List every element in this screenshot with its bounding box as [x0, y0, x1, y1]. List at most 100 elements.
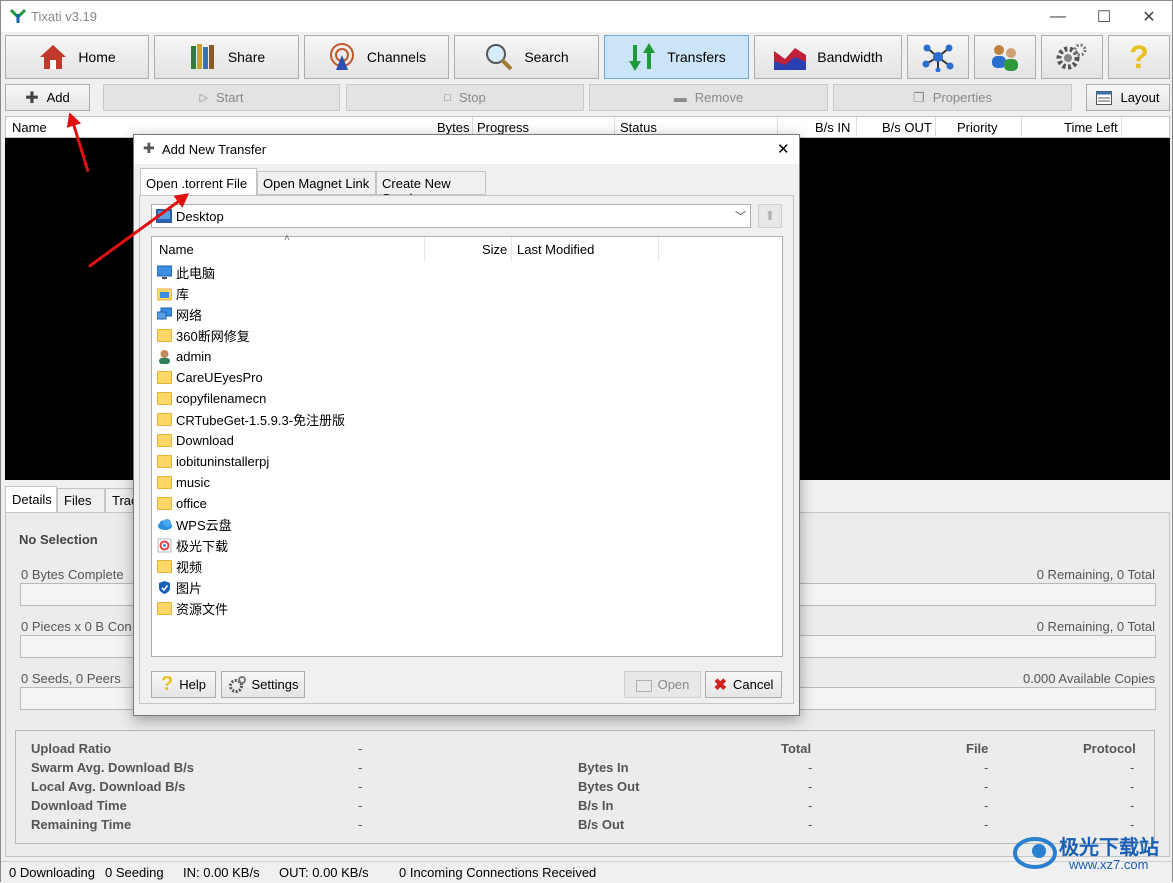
- pieces-label: 0 Pieces x 0 B Con: [21, 619, 132, 634]
- folder-icon: [157, 497, 172, 510]
- tab-files[interactable]: Files: [57, 488, 105, 513]
- up-folder-button[interactable]: ⬆: [758, 204, 782, 228]
- cancel-button[interactable]: ✖ Cancel: [705, 671, 782, 698]
- col-bs-in[interactable]: B/s IN: [815, 120, 850, 135]
- add-transfer-dialog: ✚ Add New Transfer ✕ Open .torrent File …: [133, 134, 800, 716]
- start-button[interactable]: ▷ Start: [103, 84, 340, 111]
- folder-icon: [157, 602, 172, 615]
- remove-button[interactable]: ▬ Remove: [589, 84, 828, 111]
- list-item[interactable]: 资源文件: [157, 598, 228, 619]
- file-col-modified[interactable]: Last Modified: [517, 237, 594, 262]
- maximize-button[interactable]: ☐: [1081, 1, 1127, 32]
- transfer-stats: Upload Ratio Swarm Avg. Download B/s Loc…: [15, 730, 1155, 844]
- file-list[interactable]: Name ˄ Size Last Modified 此电脑 库 网络 360断网…: [151, 233, 783, 657]
- list-item[interactable]: 视频: [157, 556, 202, 577]
- col-status[interactable]: Status: [620, 120, 657, 135]
- list-item[interactable]: iobituninstallerpj: [157, 451, 269, 472]
- nav-channels-button[interactable]: Channels: [304, 35, 449, 79]
- nav-bandwidth-button[interactable]: Bandwidth: [754, 35, 902, 79]
- col-bs-out[interactable]: B/s OUT: [882, 120, 932, 135]
- close-button[interactable]: ✕: [1126, 1, 1172, 32]
- list-item[interactable]: 库: [157, 283, 189, 304]
- list-item[interactable]: admin: [157, 346, 211, 367]
- out-rate: OUT: 0.00 KB/s: [279, 865, 369, 880]
- incoming-connections: 0 Incoming Connections Received: [399, 865, 597, 880]
- folder-icon: [157, 455, 172, 468]
- available-copies-label: 0.000 Available Copies: [1022, 671, 1155, 686]
- network-nodes-icon: [922, 44, 954, 72]
- list-item[interactable]: music: [157, 472, 210, 493]
- location-dropdown[interactable]: Desktop ﹀: [151, 204, 751, 228]
- minimize-button[interactable]: —: [1035, 1, 1081, 32]
- nav-users-button[interactable]: [974, 35, 1036, 79]
- tab-open-magnet[interactable]: Open Magnet Link: [257, 171, 376, 195]
- nav-help-button[interactable]: ?: [1108, 35, 1170, 79]
- list-item[interactable]: 此电脑: [157, 262, 215, 283]
- nav-peers-button[interactable]: [907, 35, 969, 79]
- chevron-down-icon: ﹀: [735, 211, 746, 223]
- plus-icon: ✚: [25, 89, 39, 107]
- computer-icon: [157, 265, 172, 279]
- properties-button[interactable]: ❐ Properties: [833, 84, 1072, 111]
- folder-icon: [157, 392, 172, 405]
- list-item[interactable]: copyfilenamecn: [157, 388, 266, 409]
- broadcast-icon: [329, 43, 354, 70]
- help-button[interactable]: ? Help: [151, 671, 216, 698]
- users-icon: [992, 45, 1018, 71]
- nav-search-button[interactable]: Search: [454, 35, 599, 79]
- minus-icon: ▬: [673, 90, 687, 105]
- search-icon: [486, 44, 513, 71]
- bandwidth-graph-icon: [774, 48, 807, 70]
- list-item[interactable]: CRTubeGet-1.5.9.3-免注册版: [157, 409, 345, 430]
- layout-icon: [1096, 90, 1113, 105]
- list-item[interactable]: 360断网修复: [157, 325, 250, 346]
- list-item[interactable]: 网络: [157, 304, 202, 325]
- list-item[interactable]: WPS云盘: [157, 514, 232, 535]
- in-rate: IN: 0.00 KB/s: [183, 865, 260, 880]
- library-icon: [157, 288, 172, 301]
- play-icon: ▷: [199, 92, 208, 104]
- no-selection-label: No Selection: [19, 532, 98, 547]
- col-bytes[interactable]: Bytes: [437, 120, 470, 135]
- list-item[interactable]: CareUEyesPro: [157, 367, 263, 388]
- file-col-name[interactable]: Name: [159, 237, 194, 262]
- shield-icon: [159, 581, 170, 594]
- layout-button[interactable]: Layout: [1086, 84, 1170, 111]
- col-priority[interactable]: Priority: [957, 120, 997, 135]
- question-mark-icon: ?: [1129, 38, 1149, 75]
- open-button[interactable]: Open: [624, 671, 701, 698]
- downloading-count: 0 Downloading: [9, 865, 96, 880]
- folder-icon: [157, 434, 172, 447]
- bytes-remaining-label: 0 Remaining, 0 Total: [1036, 567, 1155, 582]
- list-item[interactable]: Download: [157, 430, 234, 451]
- list-item[interactable]: office: [157, 493, 207, 514]
- watermark-brand: 极光下载站: [1059, 837, 1159, 859]
- cloud-icon: [158, 519, 172, 530]
- seeds-peers-label: 0 Seeds, 0 Peers: [21, 671, 121, 686]
- watermark: 极光下载站 www.xz7.com: [1011, 827, 1171, 877]
- plus-icon: ✚: [143, 140, 155, 156]
- col-name[interactable]: Name: [12, 120, 47, 135]
- col-progress[interactable]: Progress: [477, 120, 529, 135]
- nav-home-button[interactable]: Home: [5, 35, 149, 79]
- tab-create-seed[interactable]: Create New Seed: [376, 171, 486, 206]
- settings-button[interactable]: Settings: [221, 671, 305, 698]
- close-icon: ✖: [713, 676, 727, 694]
- pieces-remaining-label: 0 Remaining, 0 Total: [1036, 619, 1155, 634]
- nav-settings-button[interactable]: [1041, 35, 1103, 79]
- file-col-size[interactable]: Size: [482, 237, 507, 262]
- question-mark-icon: ?: [161, 673, 174, 695]
- list-item[interactable]: 图片: [157, 577, 202, 598]
- col-time-left[interactable]: Time Left: [1064, 120, 1118, 135]
- tab-details[interactable]: Details: [5, 486, 57, 513]
- add-button[interactable]: ✚ Add: [5, 84, 90, 111]
- user-icon: [159, 350, 170, 364]
- tab-open-torrent[interactable]: Open .torrent File: [140, 168, 257, 196]
- nav-transfers-button[interactable]: Transfers: [604, 35, 749, 79]
- list-item[interactable]: 极光下载: [157, 535, 228, 556]
- dialog-close-button[interactable]: ✕: [777, 140, 790, 158]
- nav-share-button[interactable]: Share: [154, 35, 299, 79]
- books-icon: [190, 44, 214, 69]
- stop-button[interactable]: □ Stop: [346, 84, 584, 111]
- window-title: Tixati v3.19: [31, 9, 97, 24]
